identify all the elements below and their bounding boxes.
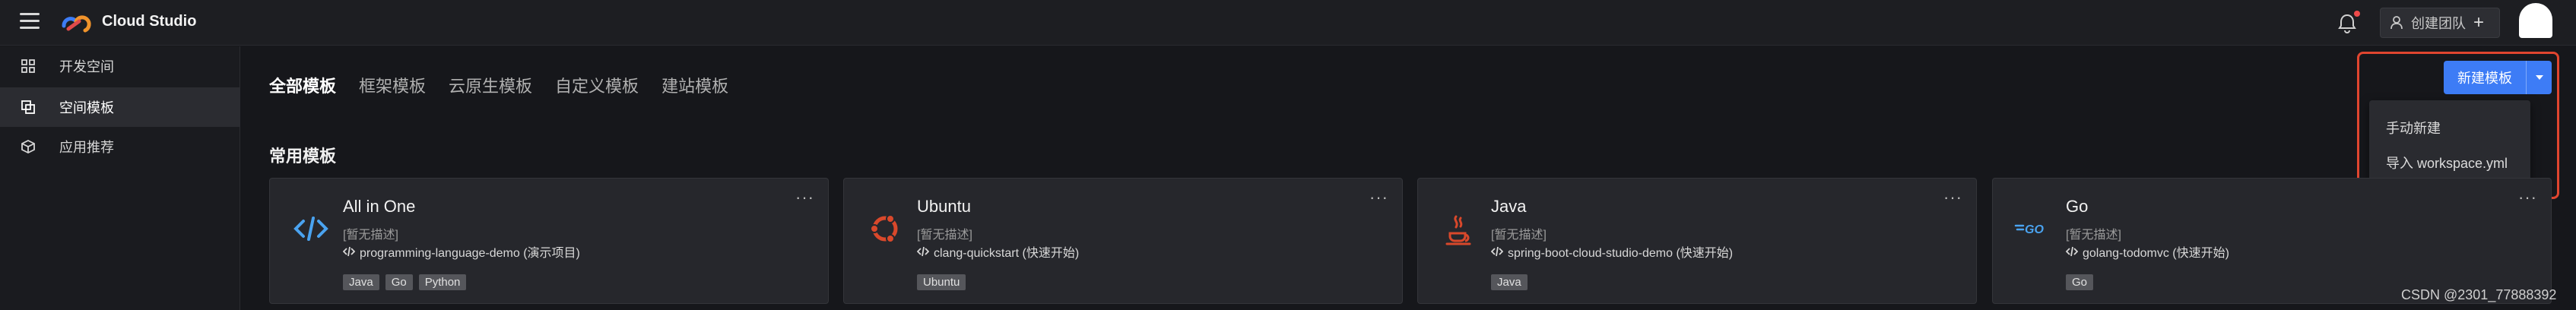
- card-repo-text: clang-quickstart (快速开始): [934, 247, 1080, 260]
- card-repo: golang-todomvc (快速开始): [2066, 242, 2229, 261]
- brand-name: Cloud Studio: [102, 13, 197, 30]
- card-tags: Java: [1491, 274, 1528, 290]
- card-repo-text: programming-language-demo (演示项目): [360, 247, 580, 260]
- create-team-button[interactable]: 创建团队 +: [2380, 8, 2500, 38]
- tab-custom-templates[interactable]: 自定义模板: [555, 73, 639, 97]
- code-small-icon: [2066, 246, 2078, 257]
- template-card-all-in-one[interactable]: All in One [暂无描述] programming-language-d…: [269, 178, 829, 304]
- tag: Go: [2066, 274, 2094, 290]
- sidebar-item-dev-space[interactable]: 开发空间: [0, 46, 240, 86]
- template-card-go[interactable]: GO Go [暂无描述] golang-todomvc (快速开始) ··· G…: [1992, 178, 2552, 304]
- code-icon: [293, 217, 328, 241]
- card-repo-text: spring-boot-cloud-studio-demo (快速开始): [1508, 247, 1734, 260]
- card-repo: spring-boot-cloud-studio-demo (快速开始): [1491, 242, 1733, 261]
- tag: Java: [343, 274, 379, 290]
- card-repo-text: golang-todomvc (快速开始): [2083, 247, 2229, 260]
- card-title: Go: [2066, 197, 2089, 216]
- grid-icon: [20, 58, 36, 74]
- sidebar-item-label: 开发空间: [59, 59, 114, 74]
- card-description: [暂无描述]: [1491, 229, 1547, 242]
- more-icon[interactable]: ···: [1943, 188, 1962, 207]
- code-small-icon: [917, 246, 929, 257]
- user-icon: [2390, 16, 2403, 30]
- plus-icon: +: [2473, 12, 2485, 33]
- tab-cloud-native-templates[interactable]: 云原生模板: [449, 73, 532, 97]
- java-icon: [1445, 215, 1471, 245]
- tag: Java: [1491, 274, 1528, 290]
- avatar[interactable]: [2519, 3, 2552, 38]
- ubuntu-icon: [870, 214, 898, 243]
- watermark: CSDN @2301_77888392: [2401, 287, 2557, 302]
- tab-framework-templates[interactable]: 框架模板: [359, 73, 426, 97]
- cloud-studio-logo: [62, 15, 91, 33]
- sidebar: 开发空间 空间模板 应用推荐: [0, 46, 240, 310]
- template-card-java[interactable]: Java [暂无描述] spring-boot-cloud-studio-dem…: [1417, 178, 1977, 304]
- card-repo: programming-language-demo (演示项目): [343, 242, 580, 261]
- more-icon[interactable]: ···: [795, 188, 814, 207]
- tag: Go: [385, 274, 413, 290]
- card-title: Java: [1491, 197, 1527, 216]
- card-tags: Java Go Python: [343, 274, 467, 290]
- sidebar-item-app-recommend[interactable]: 应用推荐: [0, 127, 240, 166]
- card-repo: clang-quickstart (快速开始): [917, 242, 1079, 261]
- code-small-icon: [1491, 246, 1503, 257]
- code-small-icon: [343, 246, 355, 257]
- card-title: Ubuntu: [917, 197, 971, 216]
- tab-site-templates[interactable]: 建站模板: [661, 73, 728, 97]
- section-title: 常用模板: [269, 147, 337, 166]
- tag: Python: [418, 274, 467, 290]
- card-description: [暂无描述]: [343, 229, 398, 242]
- card-description: [暂无描述]: [2066, 229, 2121, 242]
- notification-dot: [2354, 11, 2360, 17]
- sidebar-item-label: 应用推荐: [59, 140, 114, 155]
- svg-text:GO: GO: [2025, 223, 2044, 236]
- tab-all-templates[interactable]: 全部模板: [269, 73, 336, 97]
- cube-icon: [20, 138, 36, 155]
- sidebar-item-label: 空间模板: [59, 100, 114, 115]
- sidebar-item-space-templates[interactable]: 空间模板: [0, 87, 240, 127]
- card-tags: Ubuntu: [917, 274, 966, 290]
- copy-icon: [20, 99, 36, 115]
- more-icon[interactable]: ···: [2518, 188, 2537, 207]
- go-icon: GO: [2014, 223, 2044, 236]
- create-team-label: 创建团队: [2411, 16, 2466, 31]
- highlight-box: [2357, 52, 2559, 199]
- card-description: [暂无描述]: [917, 229, 972, 242]
- template-tabs: 全部模板 框架模板 云原生模板 自定义模板 建站模板: [269, 73, 728, 97]
- more-icon[interactable]: ···: [1369, 188, 1388, 207]
- template-card-ubuntu[interactable]: Ubuntu [暂无描述] clang-quickstart (快速开始) ··…: [843, 178, 1403, 304]
- card-title: All in One: [343, 197, 416, 216]
- menu-icon[interactable]: [20, 13, 40, 33]
- card-tags: Go: [2066, 274, 2094, 290]
- tag: Ubuntu: [917, 274, 966, 290]
- top-bar: Cloud Studio 创建团队 +: [0, 0, 2576, 46]
